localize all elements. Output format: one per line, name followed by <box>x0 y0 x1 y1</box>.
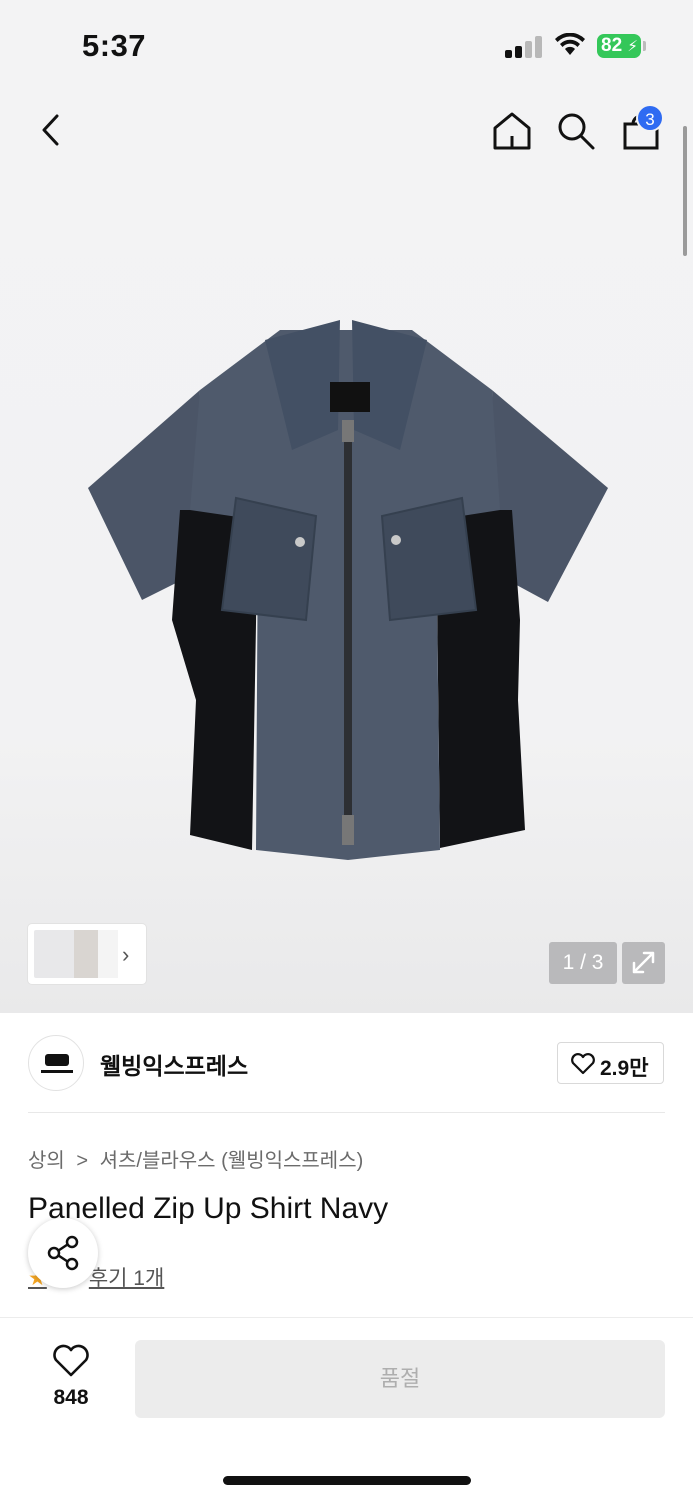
breadcrumb: 상의 > 셔츠/블라우스 (웰빙익스프레스) <box>28 1144 369 1173</box>
status-time: 5:37 <box>82 28 147 63</box>
cart-count-badge: 3 <box>636 104 664 132</box>
breadcrumb-separator: > <box>76 1150 89 1172</box>
product-image <box>88 320 608 860</box>
share-button[interactable] <box>28 1218 98 1288</box>
breadcrumb-subcategory[interactable]: 셔츠/블라우스 (웰빙익스프레스) <box>100 1150 364 1172</box>
brand-logo[interactable] <box>28 1035 84 1091</box>
wifi-icon <box>555 33 585 55</box>
divider <box>28 1112 665 1113</box>
brand-logo-mark <box>41 1054 73 1073</box>
status-bar: 5:37 82 ⚡ <box>0 0 693 90</box>
review-count[interactable]: 후기 1개 <box>89 1267 164 1290</box>
search-icon[interactable] <box>555 110 597 152</box>
back-icon[interactable] <box>32 110 72 150</box>
wishlist-button[interactable]: 848 <box>40 1342 102 1412</box>
heart-icon <box>571 1053 595 1075</box>
brand-name[interactable]: 웰빙익스프레스 <box>100 1047 248 1081</box>
battery-tip <box>643 41 646 51</box>
charging-icon: ⚡ <box>627 38 638 55</box>
wishlist-count: 848 <box>53 1386 89 1409</box>
home-indicator[interactable] <box>223 1476 471 1485</box>
home-icon[interactable] <box>490 110 534 152</box>
brand-like-button[interactable]: 2.9만 <box>557 1042 664 1084</box>
scrollbar[interactable] <box>683 126 687 256</box>
share-icon <box>47 1235 79 1271</box>
sold-out-button[interactable]: 품절 <box>135 1340 665 1418</box>
signal-icon <box>505 34 543 58</box>
battery-indicator: 82 ⚡ <box>597 34 641 58</box>
battery-level: 82 <box>601 35 623 56</box>
chevron-right-icon[interactable]: › <box>122 942 129 968</box>
thumbnail-image[interactable] <box>74 930 100 978</box>
expand-button[interactable] <box>622 942 665 984</box>
thumbnail-image[interactable] <box>34 930 76 978</box>
breadcrumb-category[interactable]: 상의 <box>28 1150 65 1172</box>
thumbnail-image[interactable] <box>98 930 118 978</box>
image-page-counter: 1 / 3 <box>549 942 617 984</box>
heart-icon <box>53 1344 89 1377</box>
expand-icon <box>632 951 655 974</box>
brand-like-count: 2.9만 <box>600 1057 649 1080</box>
